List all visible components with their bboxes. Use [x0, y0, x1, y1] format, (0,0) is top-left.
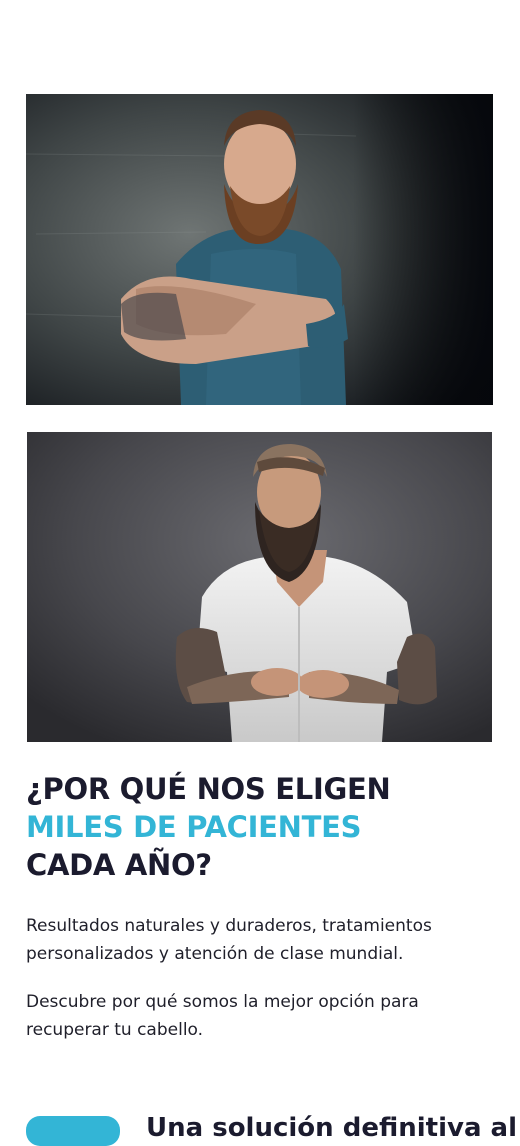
heading-line-2-highlight: MILES DE PACIENTES	[26, 810, 362, 844]
bearded-man-white-shirt-photo	[27, 432, 492, 742]
section-heading: ¿POR QUÉ NOS ELIGEN MILES DE PACIENTES C…	[26, 770, 391, 884]
next-section-heading: Una solución definitiva al	[146, 1113, 518, 1143]
accent-pill-button[interactable]	[26, 1116, 120, 1146]
heading-line-3: CADA AÑO?	[26, 848, 212, 882]
intro-paragraph: Resultados naturales y duraderos, tratam…	[26, 916, 432, 964]
bearded-man-tattoo-arms-crossed-photo	[26, 94, 493, 405]
cta-paragraph: Descubre por qué somos la mejor opción p…	[26, 992, 419, 1040]
heading-line-1: ¿POR QUÉ NOS ELIGEN	[26, 772, 391, 806]
